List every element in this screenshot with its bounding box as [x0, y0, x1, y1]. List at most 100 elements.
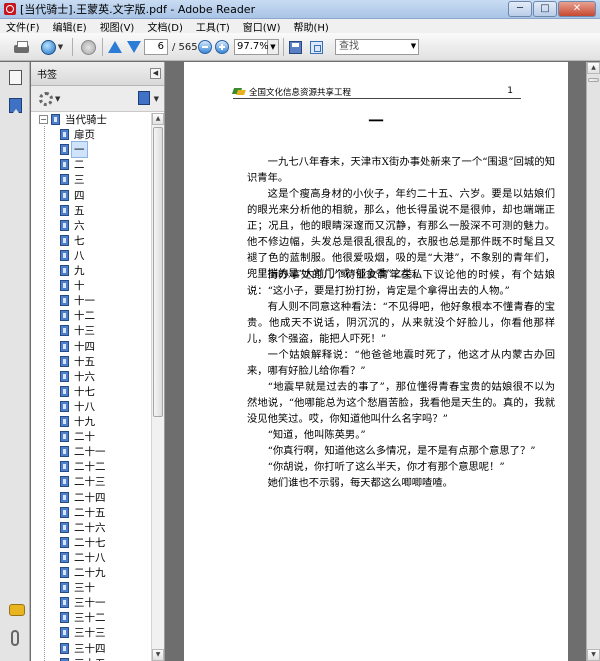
menu-edit[interactable]: 编辑(E): [53, 19, 87, 34]
share-button[interactable]: ▼: [38, 38, 66, 56]
bookmark-item[interactable]: 二十: [60, 430, 95, 443]
bookmark-label: 二十七: [74, 536, 106, 549]
bookmark-label: 十六: [74, 370, 95, 383]
bookmark-item[interactable]: 十八: [60, 400, 95, 413]
bookmark-item[interactable]: 二十五: [60, 506, 106, 519]
search-input[interactable]: 查找: [335, 39, 419, 55]
chevron-down-icon: ▼: [57, 43, 64, 51]
hand-tool-button[interactable]: [78, 38, 98, 56]
document-scrollbar[interactable]: ▲ ▼: [586, 62, 600, 661]
fit-page-button[interactable]: [287, 38, 303, 56]
bookmark-item[interactable]: 二: [60, 158, 85, 171]
chevron-down-icon[interactable]: ▼: [154, 95, 159, 103]
bookmarks-panel-icon[interactable]: [9, 98, 22, 113]
bookmark-item[interactable]: 十二: [60, 309, 95, 322]
print-button[interactable]: [10, 38, 32, 56]
bookmark-item[interactable]: 三十一: [60, 596, 106, 609]
document-view[interactable]: 全国文化信息资源共享工程 1 一 一九七八年春末，天津市X街办事处新来了一个“围…: [166, 62, 586, 661]
bookmark-item[interactable]: 三十: [60, 581, 95, 594]
bookmark-item[interactable]: 三十三: [60, 626, 106, 639]
new-bookmark-icon[interactable]: [138, 91, 150, 105]
bookmark-item[interactable]: 十三: [60, 324, 95, 337]
bookmark-item[interactable]: 扉页: [60, 128, 95, 141]
bookmark-item[interactable]: 二十七: [60, 536, 106, 549]
bookmark-item[interactable]: 二十二: [60, 460, 106, 473]
bookmark-label: 十九: [74, 416, 95, 428]
full-screen-button[interactable]: [308, 38, 324, 56]
bookmark-icon: [60, 551, 69, 563]
bookmark-icon: [60, 129, 69, 141]
bookmark-icon: [60, 340, 69, 352]
scroll-up-button[interactable]: ▲: [152, 113, 164, 125]
comments-panel-icon[interactable]: [9, 604, 25, 616]
next-page-button[interactable]: [126, 38, 142, 56]
scrollbar-thumb[interactable]: [153, 127, 163, 417]
menu-tools[interactable]: 工具(T): [196, 19, 230, 34]
bookmark-item[interactable]: 十九: [60, 415, 95, 428]
menu-file[interactable]: 文件(F): [6, 19, 40, 34]
zoom-dropdown-button[interactable]: ▼: [268, 39, 279, 55]
bookmark-tree: − 当代骑士扉页一二三四五六七八九十十一十二十三十四十五十六十七十八十九二十二十一…: [31, 113, 151, 661]
scroll-up-button[interactable]: ▲: [587, 62, 600, 74]
bookmark-item[interactable]: 一: [60, 141, 88, 159]
bookmark-icon: [60, 612, 69, 624]
zoom-in-button[interactable]: [215, 38, 229, 56]
gear-icon[interactable]: [39, 92, 53, 106]
bookmark-item[interactable]: 五: [60, 204, 85, 217]
page-number-input[interactable]: 6: [144, 39, 168, 55]
bookmark-item[interactable]: 二十八: [60, 551, 106, 564]
menu-help[interactable]: 帮助(H): [293, 19, 328, 34]
bookmark-icon: [60, 234, 69, 246]
bookmark-item[interactable]: 十四: [60, 340, 95, 353]
bookmark-item[interactable]: 二十九: [60, 566, 106, 579]
bookmark-item[interactable]: 八: [60, 249, 85, 262]
bookmark-item[interactable]: 三十四: [60, 642, 106, 655]
bookmarks-scrollbar[interactable]: ▲ ▼: [151, 113, 164, 661]
menu-window[interactable]: 窗口(W): [243, 19, 281, 34]
chevron-down-icon[interactable]: ▼: [55, 95, 60, 103]
zoom-out-button[interactable]: [198, 38, 212, 56]
arrow-down-icon: [127, 41, 141, 53]
bookmark-item[interactable]: 六: [60, 219, 85, 232]
menu-view[interactable]: 视图(V): [100, 19, 135, 34]
bookmark-item[interactable]: 三: [60, 173, 85, 186]
search-dropdown-button[interactable]: ▼: [408, 39, 419, 55]
previous-page-button[interactable]: [107, 38, 123, 56]
bookmark-icon: [60, 642, 69, 654]
bookmark-item[interactable]: 四: [60, 189, 85, 202]
bookmark-icon: [60, 446, 69, 458]
bookmark-root[interactable]: − 当代骑士: [39, 113, 107, 126]
title-bar: [当代骑士].王蒙英.文字版.pdf - Adobe Reader ─ □ ✕: [0, 0, 600, 19]
scrollbar-thumb[interactable]: [588, 78, 599, 82]
bookmark-icon: [60, 144, 69, 156]
scroll-down-button[interactable]: ▼: [587, 649, 600, 661]
collapse-panel-button[interactable]: ◀: [150, 68, 161, 79]
toolbar-divider: [72, 38, 73, 56]
maximize-button[interactable]: □: [533, 1, 557, 17]
bookmark-item[interactable]: 十五: [60, 355, 95, 368]
bookmark-item[interactable]: 十七: [60, 385, 95, 398]
collapse-toggle[interactable]: −: [39, 115, 48, 124]
bookmark-item[interactable]: 十一: [60, 294, 95, 307]
bookmark-item[interactable]: 二十四: [60, 491, 106, 504]
bookmark-item[interactable]: 二十一: [60, 445, 106, 458]
menu-document[interactable]: 文档(D): [147, 19, 183, 34]
paragraph: 一个姑娘解释说：“他爸爸地震时死了，他这才从内蒙古办回来，哪有好脸儿给你看？”: [247, 349, 555, 378]
attachments-panel-icon[interactable]: [11, 630, 19, 646]
bookmark-item[interactable]: 七: [60, 234, 85, 247]
bookmark-item[interactable]: 九: [60, 264, 85, 277]
close-button[interactable]: ✕: [558, 1, 596, 17]
bookmark-item[interactable]: 十六: [60, 370, 95, 383]
bookmark-item[interactable]: 十: [60, 279, 85, 292]
zoom-level-input[interactable]: 97.7%: [234, 39, 269, 55]
bookmark-item[interactable]: 二十三: [60, 475, 106, 488]
bookmark-icon: [60, 476, 69, 488]
bookmark-label: 十五: [74, 355, 95, 368]
bookmark-item[interactable]: 三十五: [60, 657, 106, 661]
paragraph: 有人则不同意这种看法：“不见得吧，他好象根本不懂青春的宝贵。他成天不说话，阴沉沉…: [247, 301, 555, 346]
bookmark-item[interactable]: 二十六: [60, 521, 106, 534]
bookmark-item[interactable]: 三十二: [60, 611, 106, 624]
minimize-button[interactable]: ─: [508, 1, 532, 17]
pages-panel-icon[interactable]: [6, 68, 22, 85]
scroll-down-button[interactable]: ▼: [152, 649, 164, 661]
